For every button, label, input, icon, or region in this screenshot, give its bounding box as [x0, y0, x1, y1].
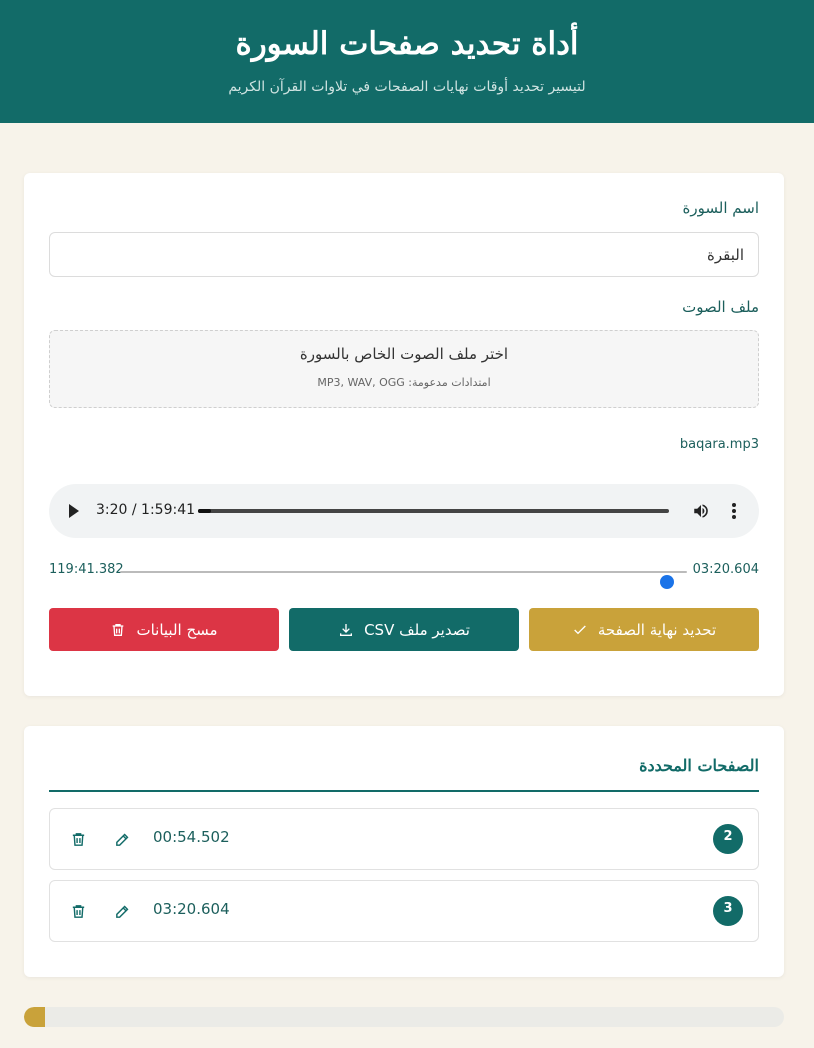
player-time-display: 3:20 / 1:59:41 — [96, 502, 196, 518]
trash-icon — [113, 623, 124, 636]
play-icon[interactable] — [69, 504, 79, 518]
export-csv-label: تصدير ملف CSV — [364, 620, 470, 639]
audio-file-label: ملف الصوت — [682, 298, 759, 316]
dropzone-hint: امتدادات مدعومة: MP3, WAV, OGG — [317, 376, 491, 389]
dropzone-title: اختر ملف الصوت الخاص بالسورة — [299, 345, 509, 363]
page-subtitle: لتيسير تحديد أوقات نهايات الصفحات في تلا… — [228, 79, 586, 95]
player-progress-fill — [198, 509, 212, 513]
page-title: أداة تحديد صفحات السورة — [235, 26, 579, 62]
player-progress-track[interactable] — [198, 509, 669, 513]
check-icon — [574, 625, 586, 634]
surah-name-input[interactable] — [49, 232, 759, 277]
audio-player: 3:20 / 1:59:41 — [49, 484, 759, 538]
page-number-badge: 3 — [713, 896, 743, 926]
page-number-badge: 2 — [713, 824, 743, 854]
page-row: 3 03:20.604 — [49, 880, 759, 942]
main-card: اسم السورة ملف الصوت اختر ملف الصوت الخا… — [24, 173, 784, 696]
app-header: أداة تحديد صفحات السورة لتيسير تحديد أوق… — [0, 0, 814, 123]
audio-file-dropzone[interactable]: اختر ملف الصوت الخاص بالسورة امتدادات مد… — [49, 330, 759, 408]
mark-page-end-button[interactable]: تحديد نهاية الصفحة — [529, 608, 759, 651]
overall-progress-bar — [24, 1007, 784, 1027]
seek-current-time: 03:20.604 — [692, 562, 759, 577]
seek-slider-thumb[interactable] — [660, 575, 675, 589]
marked-pages-title: الصفحات المحددة — [49, 754, 759, 792]
export-csv-button[interactable]: تصدير ملف CSV — [289, 608, 519, 651]
edit-icon[interactable] — [114, 831, 131, 848]
surah-name-label: اسم السورة — [682, 199, 759, 217]
trash-icon[interactable] — [70, 831, 87, 848]
seek-duration: 119:41.382 — [49, 562, 124, 577]
clear-data-button[interactable]: مسح البيانات — [49, 608, 279, 651]
mark-page-end-label: تحديد نهاية الصفحة — [597, 620, 717, 639]
page-row: 2 00:54.502 — [49, 808, 759, 870]
page-end-time: 00:54.502 — [153, 828, 230, 846]
overall-progress-fill — [24, 1007, 45, 1027]
seek-row: 119:41.382 03:20.604 — [49, 561, 759, 589]
trash-icon[interactable] — [70, 903, 87, 920]
page-end-time: 03:20.604 — [153, 900, 230, 918]
marked-pages-card: الصفحات المحددة 2 00:54.502 3 03:20.604 — [24, 726, 784, 977]
download-icon — [340, 623, 353, 636]
more-options-icon[interactable] — [731, 502, 737, 520]
selected-file-name: baqara.mp3 — [679, 437, 759, 452]
edit-icon[interactable] — [114, 903, 131, 920]
volume-icon[interactable] — [692, 502, 710, 520]
clear-data-label: مسح البيانات — [136, 620, 218, 639]
seek-slider[interactable] — [120, 571, 687, 589]
